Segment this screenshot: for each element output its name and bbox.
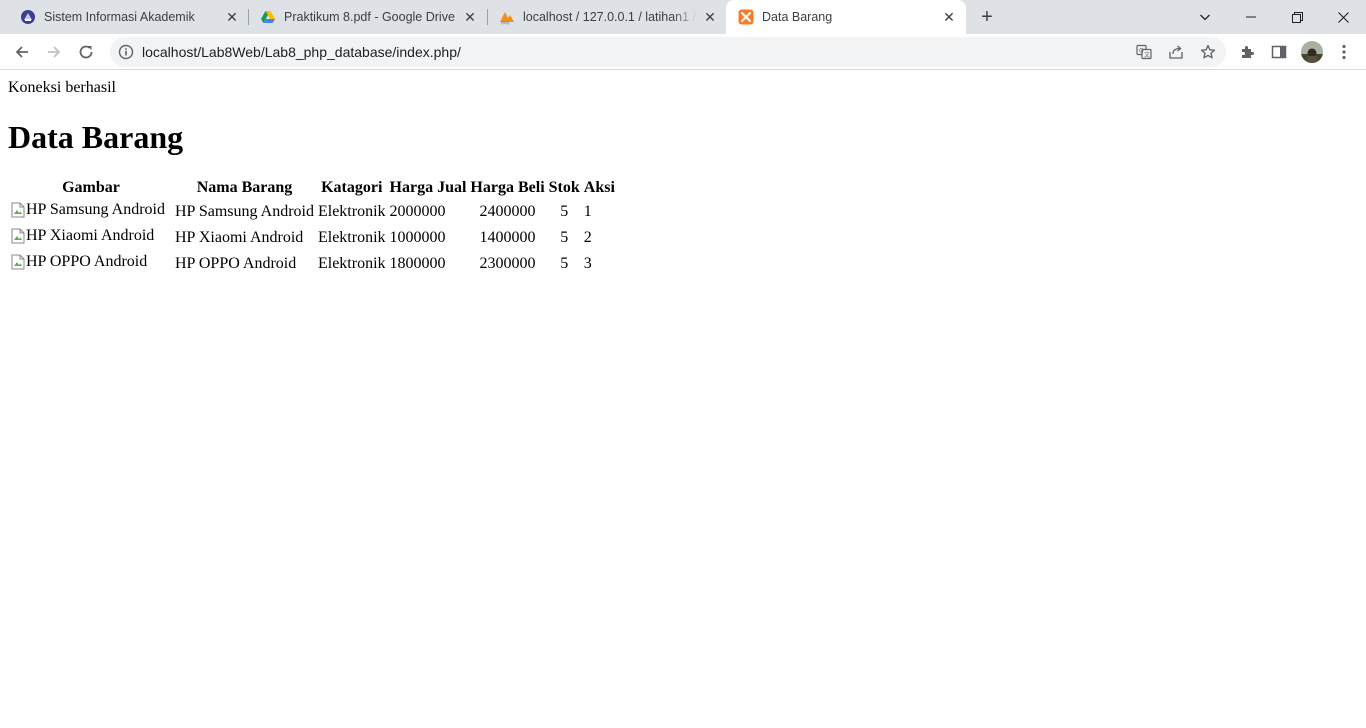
extensions-puzzle-icon[interactable] <box>1237 42 1257 62</box>
column-header-nama-barang: Nama Barang <box>196 179 293 196</box>
table-row: HP OPPO Android HP OPPO Android Elektron… <box>10 252 616 276</box>
tab-data-barang[interactable]: Data Barang ✕ <box>726 0 966 34</box>
column-header-stok: Stok <box>548 179 580 196</box>
broken-image-icon <box>11 202 25 218</box>
svg-text:PMA: PMA <box>501 21 510 26</box>
cell-nama-barang: HP OPPO Android <box>175 255 297 272</box>
tab-phpmyadmin[interactable]: PMA localhost / 127.0.0.1 / latihan1 / d… <box>487 0 725 34</box>
svg-text:文: 文 <box>1144 51 1150 59</box>
close-tab-icon[interactable]: ✕ <box>462 9 478 25</box>
close-tab-icon[interactable]: ✕ <box>224 9 240 25</box>
column-header-aksi: Aksi <box>583 179 615 196</box>
cell-stok: 5 <box>560 229 569 246</box>
table-header-row: Gambar Nama Barang Katagori Harga Jual H… <box>10 178 616 198</box>
close-icon <box>1337 11 1349 23</box>
cell-aksi: 2 <box>583 229 592 246</box>
xampp-icon <box>738 9 754 25</box>
bookmark-star-icon[interactable] <box>1200 44 1216 60</box>
tab-strip: Sistem Informasi Akademik ✕ Praktikum 8.… <box>0 0 1366 34</box>
product-image: HP OPPO Android <box>11 253 147 271</box>
cell-harga-jual: 2000000 <box>389 203 446 220</box>
cell-gambar: HP OPPO Android <box>10 252 172 276</box>
broken-image-icon <box>11 254 25 270</box>
table-row: HP Samsung Android HP Samsung Android El… <box>10 200 616 224</box>
new-tab-button[interactable]: + <box>976 6 998 28</box>
image-alt-text: HP OPPO Android <box>26 253 148 270</box>
close-tab-icon[interactable]: ✕ <box>941 9 957 25</box>
product-image: HP Samsung Android <box>11 201 165 219</box>
share-icon[interactable] <box>1168 44 1184 60</box>
tab-title: Sistem Informasi Akademik <box>44 10 195 24</box>
tab-title: localhost / 127.0.0.1 / latihan1 / d <box>523 10 698 24</box>
translate-icon[interactable]: G文 <box>1136 44 1152 60</box>
image-alt-text: HP Xiaomi Android <box>26 227 155 244</box>
connection-status-text: Koneksi berhasil <box>8 79 116 96</box>
column-header-kategori: Katagori <box>321 179 383 196</box>
tab-title: Data Barang <box>762 10 833 24</box>
address-bar[interactable]: localhost/Lab8Web/Lab8_php_database/inde… <box>110 37 1226 67</box>
cell-aksi: 1 <box>583 203 592 220</box>
close-tab-icon[interactable]: ✕ <box>702 9 718 25</box>
column-header-gambar: Gambar <box>62 179 120 196</box>
cell-harga-jual: 1000000 <box>389 229 446 246</box>
chevron-down-icon <box>1200 14 1210 21</box>
cell-harga-jual: 1800000 <box>389 255 446 272</box>
restore-button[interactable] <box>1274 0 1320 34</box>
image-alt-text: HP Samsung Android <box>26 201 165 218</box>
cell-kategori: Elektronik <box>317 203 386 220</box>
minimize-button[interactable] <box>1228 0 1274 34</box>
arrow-left-icon <box>15 46 28 58</box>
page-viewport: Koneksi berhasil Data Barang Gambar Nama… <box>0 71 1366 728</box>
table-row: HP Xiaomi Android HP Xiaomi Android Elek… <box>10 226 616 250</box>
university-icon <box>20 9 36 25</box>
restore-icon <box>1291 11 1303 23</box>
arrow-right-icon <box>48 46 61 58</box>
cell-harga-beli: 2300000 <box>479 255 536 272</box>
cell-gambar: HP Xiaomi Android <box>10 226 172 250</box>
browser-toolbar: localhost/Lab8Web/Lab8_php_database/inde… <box>0 34 1366 70</box>
minimize-icon <box>1246 16 1256 18</box>
phpmyadmin-icon: PMA <box>499 9 515 25</box>
back-button[interactable] <box>10 40 34 64</box>
cell-nama-barang: HP Xiaomi Android <box>175 229 304 246</box>
page-title: Data Barang <box>8 119 184 155</box>
url-text: localhost/Lab8Web/Lab8_php_database/inde… <box>142 44 461 60</box>
cell-kategori: Elektronik <box>317 229 386 246</box>
tab-google-drive[interactable]: Praktikum 8.pdf - Google Drive ✕ <box>248 0 488 34</box>
site-info-icon[interactable] <box>118 44 134 60</box>
reload-button[interactable] <box>74 40 98 64</box>
cell-stok: 5 <box>560 203 569 220</box>
cell-stok: 5 <box>560 255 569 272</box>
cell-harga-beli: 1400000 <box>479 229 536 246</box>
profile-avatar[interactable] <box>1300 40 1324 64</box>
tab-title: Praktikum 8.pdf - Google Drive <box>284 10 455 24</box>
column-header-harga-jual: Harga Jual <box>389 179 467 196</box>
google-drive-icon <box>260 9 276 25</box>
cell-kategori: Elektronik <box>317 255 386 272</box>
forward-button[interactable] <box>42 40 66 64</box>
reload-icon <box>79 45 93 59</box>
cell-harga-beli: 2400000 <box>479 203 536 220</box>
cell-nama-barang: HP Samsung Android <box>175 203 314 220</box>
broken-image-icon <box>11 228 25 244</box>
close-window-button[interactable] <box>1320 0 1366 34</box>
tab-search-button[interactable] <box>1182 0 1228 34</box>
data-barang-table: Gambar Nama Barang Katagori Harga Jual H… <box>8 176 618 278</box>
cell-gambar: HP Samsung Android <box>10 200 172 224</box>
column-header-harga-beli: Harga Beli <box>470 179 545 196</box>
tab-sistem-informasi-akademik[interactable]: Sistem Informasi Akademik ✕ <box>8 0 248 34</box>
side-panel-icon[interactable] <box>1269 42 1289 62</box>
cell-aksi: 3 <box>583 255 592 272</box>
product-image: HP Xiaomi Android <box>11 227 154 245</box>
menu-kebab-icon[interactable] <box>1334 42 1354 62</box>
